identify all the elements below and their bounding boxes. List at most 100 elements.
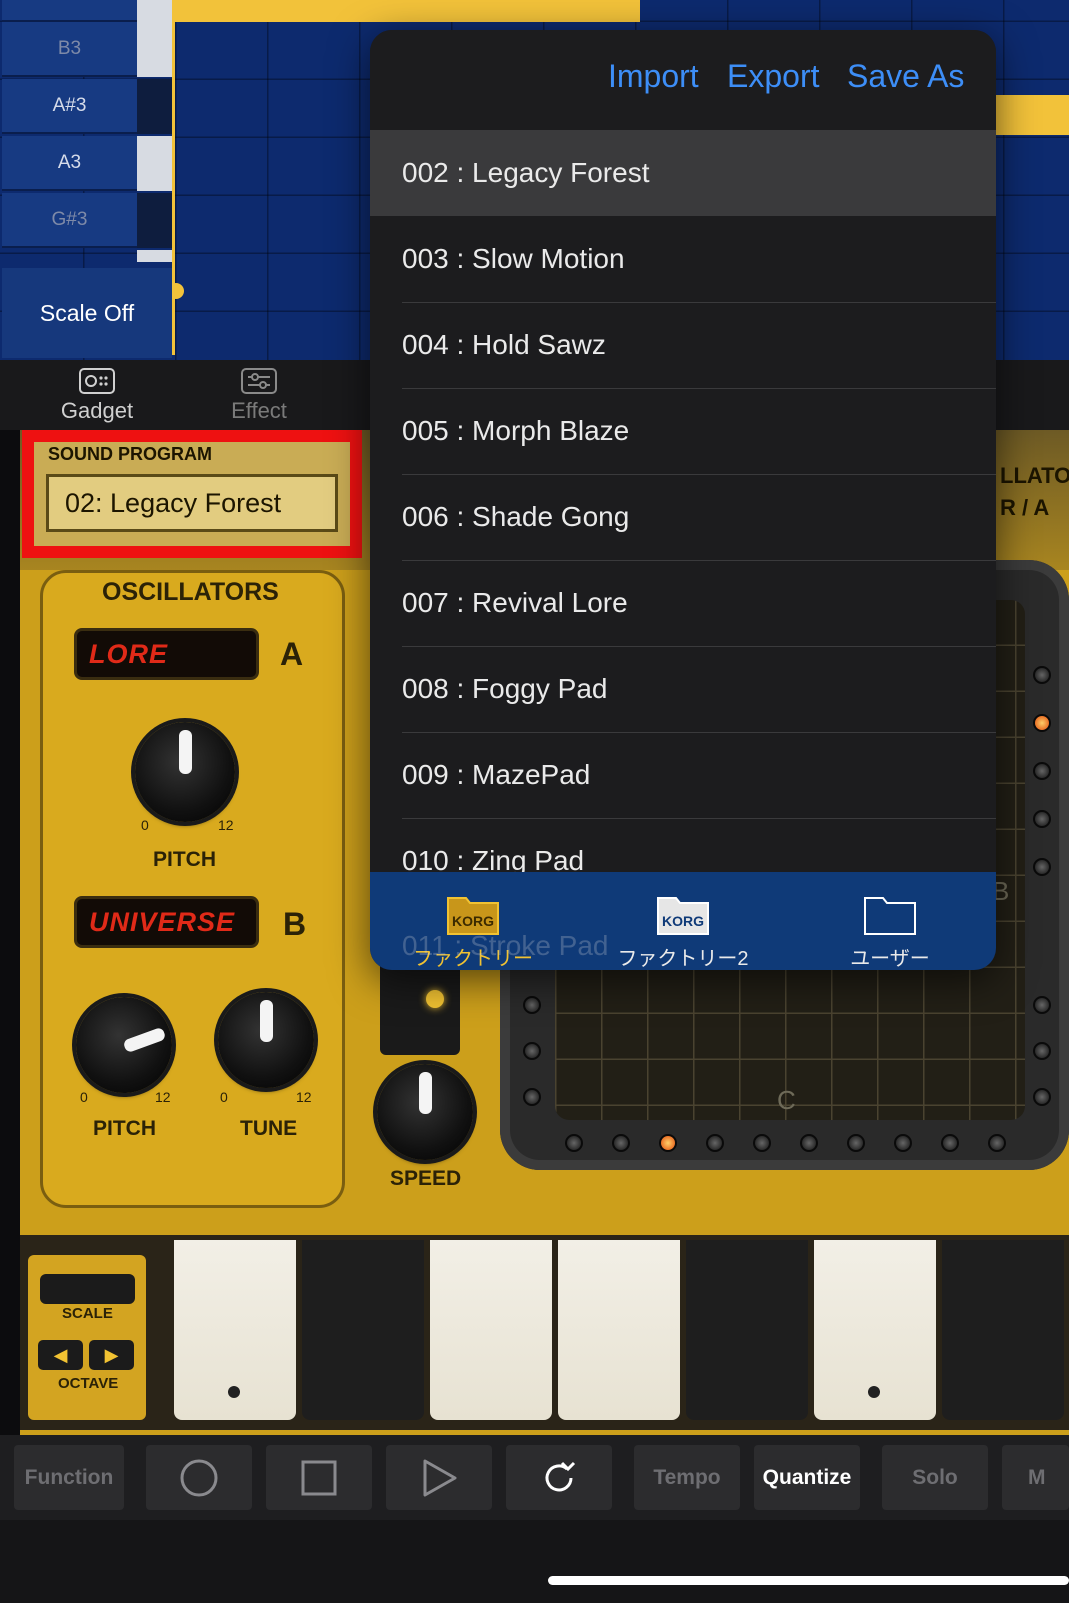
black-key[interactable] [137,79,172,134]
white-key[interactable] [137,0,172,22]
knob-scale-max: 12 [155,1089,171,1105]
osc-a-letter: A [280,636,304,672]
led-dot [1033,1088,1051,1106]
home-indicator[interactable] [548,1576,1069,1585]
playhead[interactable] [172,0,175,355]
tab-label: Effect [231,398,287,423]
loop-icon [545,1461,576,1491]
knob-scale-max: 12 [296,1089,312,1105]
led-dot [523,1042,541,1060]
note-block[interactable] [175,0,640,22]
keyboard-black-key[interactable] [686,1240,808,1420]
solo-button[interactable]: Solo [882,1445,988,1510]
tab-effect[interactable]: Effect [204,368,314,424]
osc-b-pitch-knob[interactable] [76,997,172,1093]
osc-a-pitch-label: PITCH [153,848,216,871]
led-dot [1033,858,1051,876]
program-row-selected[interactable]: 002 : Legacy Forest [370,130,996,216]
osc-b-tune-knob[interactable] [218,992,314,1088]
led-dot [1033,762,1051,780]
speed-label: SPEED [390,1167,462,1190]
osc-b-display[interactable]: UNIVERSE [74,896,259,948]
key-label: B3 [57,37,82,59]
folder-factory-2[interactable]: KORG ファクトリー2 [593,892,773,970]
loop-button[interactable] [506,1445,612,1510]
octave-up-button[interactable]: ▶ [89,1340,134,1370]
transport-bar: Function Tempo Quantize Solo M [0,1435,1069,1520]
program-row[interactable]: 004 : Hold Sawz [370,302,996,388]
function-button[interactable]: Function [14,1445,124,1510]
record-button[interactable] [146,1445,252,1510]
program-row[interactable]: 007 : Revival Lore [370,560,996,646]
led-dot [706,1134,724,1152]
led-dot [988,1134,1006,1152]
osc-b-tune-label: TUNE [240,1117,298,1140]
led-dot [1033,666,1051,684]
black-key[interactable] [137,193,172,248]
white-key[interactable] [137,22,172,77]
sound-program-display[interactable]: 02: Legacy Forest [46,474,338,532]
mute-button[interactable]: M [1002,1445,1069,1510]
led-dot [1033,1042,1051,1060]
scale-off-button[interactable]: Scale Off [2,268,172,358]
program-row[interactable]: 008 : Foggy Pad [370,646,996,732]
stop-button[interactable] [266,1445,372,1510]
program-row[interactable]: 003 : Slow Motion [370,216,996,302]
program-row[interactable]: 010 : Zing Pad [370,818,996,872]
key-row-a-sharp-3: A#3 [2,79,137,134]
folder-label: ユーザー [850,948,930,970]
keyboard-black-key[interactable] [942,1240,1064,1420]
app-screen: B3 A#3 A3 G#3 Scale Off Gadget Effect LL… [0,0,1069,1603]
program-row[interactable]: 009 : MazePad [370,732,996,818]
import-button[interactable]: Import [608,58,699,95]
speed-knob[interactable] [377,1064,473,1160]
white-key[interactable] [137,136,172,191]
popover-header: Import Export Save As [370,30,996,130]
quantize-button[interactable]: Quantize [754,1445,860,1510]
keyboard-white-key[interactable] [558,1240,680,1420]
octave-down-button[interactable]: ◀ [38,1340,83,1370]
osc-b-letter: B [283,906,307,942]
led-dot [523,1088,541,1106]
svg-text:KORG: KORG [662,913,704,929]
scale-button[interactable] [40,1274,135,1304]
tab-gadget[interactable]: Gadget [42,368,152,424]
osc-a-pitch-knob[interactable] [135,722,235,822]
program-row[interactable]: 006 : Shade Gong [370,474,996,560]
play-icon [423,1459,457,1496]
led-dot [1033,996,1051,1014]
keyboard-black-key[interactable] [302,1240,424,1420]
play-button[interactable] [386,1445,492,1510]
led-dot [847,1134,865,1152]
program-row[interactable]: 005 : Morph Blaze [370,388,996,474]
folder-user[interactable]: ユーザー [800,892,980,970]
led-dot [612,1134,630,1152]
program-list[interactable]: 002 : Legacy Forest 003 : Slow Motion 00… [370,130,996,872]
led-dot-active [1033,714,1051,732]
grid-note-c: C [777,1085,796,1115]
led-dot [941,1134,959,1152]
mode-label: LLATO R / A [1000,463,1069,520]
keyboard-white-key[interactable] [430,1240,552,1420]
led-dot [800,1134,818,1152]
tempo-button[interactable]: Tempo [634,1445,740,1510]
save-as-button[interactable]: Save As [847,58,964,95]
led-dot [523,996,541,1014]
tab-label: Gadget [60,398,134,423]
octave-label: OCTAVE [58,1375,119,1392]
effect-icon [241,368,277,394]
sound-program-label: SOUND PROGRAM [48,444,213,464]
knob-scale-min: 0 [220,1089,228,1105]
key-label: A3 [57,151,82,173]
knob-scale-max: 12 [218,817,234,833]
oscillators-title: OSCILLATORS [102,578,279,606]
export-button[interactable]: Export [727,58,819,95]
osc-a-display[interactable]: LORE [74,628,259,680]
folder-label: ファクトリー2 [617,948,749,970]
white-key[interactable] [137,250,172,262]
sound-program-popover: Import Export Save As 002 : Legacy Fores… [370,30,996,970]
korg-folder-icon: KORG [657,897,709,935]
led-dot-active [659,1134,677,1152]
led-dot [753,1134,771,1152]
note-block[interactable] [995,95,1069,135]
